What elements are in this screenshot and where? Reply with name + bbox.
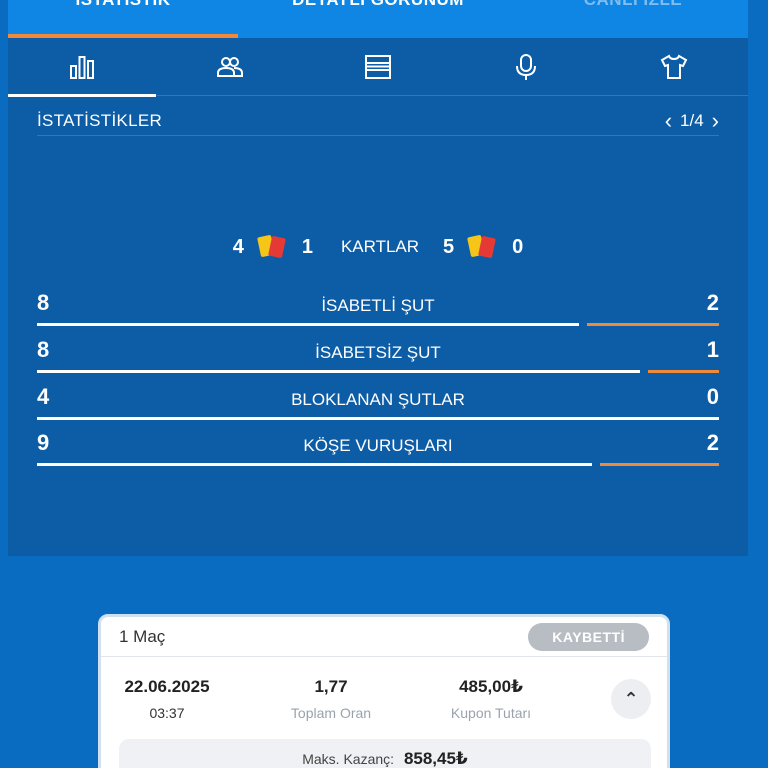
away-yellow-cards: 5: [443, 235, 455, 258]
stake-label: Kupon Tutarı: [450, 705, 532, 721]
tab-kits[interactable]: [600, 38, 748, 96]
tab-statistics[interactable]: İSTATİSTİK: [8, 0, 238, 38]
microphone-icon: [516, 54, 536, 80]
tab-lineups[interactable]: [156, 38, 304, 96]
section-header: İSTATİSTİKLER ‹ 1/4 ›: [37, 106, 719, 136]
coupon-time: 03:37: [149, 705, 185, 721]
home-red-cards: 1: [301, 235, 313, 258]
home-bar: [37, 417, 719, 420]
coupon-date: 22.06.2025: [124, 677, 210, 696]
away-bar: [586, 323, 719, 326]
match-count: 1 Maç: [119, 626, 166, 646]
cards-label: KARTLAR: [340, 237, 420, 256]
total-odds-cell: 1,77 Toplam Oran: [271, 677, 391, 721]
collapse-button[interactable]: ⌃: [611, 679, 651, 719]
icon-tab-bar: [8, 38, 748, 97]
stat-row: 4 BLOKLANAN ŞUTLAR 0: [37, 384, 719, 424]
max-win-value: 858,45₺: [403, 749, 468, 768]
tab-standings[interactable]: [304, 38, 452, 96]
coupon-date-cell: 22.06.2025 03:37: [119, 677, 215, 721]
tab-detailed-view[interactable]: DETAYLI GÖRÜNÜM: [238, 0, 518, 38]
top-tab-bar: İSTATİSTİK DETAYLI GÖRÜNÜM CANLI İZLE: [8, 0, 748, 38]
stat-row: 8 İSABETLİ ŞUT 2: [37, 290, 719, 330]
statistics-panel: İSTATİSTİKLER ‹ 1/4 › 4 1 KARTLAR 5 0 8 …: [8, 38, 748, 556]
total-odds-label: Toplam Oran: [290, 705, 372, 721]
home-bar: [37, 463, 593, 466]
list-icon: [365, 55, 391, 79]
tab-statistics-label: İSTATİSTİK: [8, 0, 238, 8]
away-value: 1: [706, 337, 719, 362]
tab-commentary[interactable]: [452, 38, 600, 96]
away-red-cards: 0: [512, 235, 524, 258]
away-value: 0: [706, 384, 719, 409]
max-win-box: Maks. Kazanç: 858,45₺: [119, 739, 651, 768]
cards-row: 4 1 KARTLAR 5 0: [8, 232, 748, 262]
chevron-up-icon: ⌃: [623, 688, 639, 709]
chevron-left-icon[interactable]: ‹: [665, 109, 672, 132]
cards-icon: [466, 234, 500, 260]
home-bar: [37, 323, 579, 326]
tab-stats[interactable]: [8, 38, 156, 97]
away-value: 2: [706, 430, 719, 455]
cards-icon: [256, 234, 290, 260]
chevron-right-icon[interactable]: ›: [712, 109, 719, 132]
stat-label: İSABETSİZ ŞUT: [315, 343, 441, 362]
away-bar: [647, 370, 719, 373]
stake-value: 485,00₺: [459, 677, 523, 696]
tab-live-watch[interactable]: CANLI İZLE: [518, 0, 748, 38]
stat-row: 9 KÖŞE VURUŞLARI 2: [37, 430, 719, 470]
coupon-body: 22.06.2025 03:37 1,77 Toplam Oran 485,00…: [101, 657, 667, 737]
pager: ‹ 1/4 ›: [665, 109, 719, 132]
stat-label: İSABETLİ ŞUT: [321, 296, 435, 315]
stat-row: 8 İSABETSİZ ŞUT 1: [37, 337, 719, 377]
home-bar: [37, 370, 640, 373]
tab-detailed-view-label: DETAYLI GÖRÜNÜM: [238, 0, 518, 8]
coupon-card: 1 Maç KAYBETTİ 22.06.2025 03:37 1,77 Top…: [98, 614, 670, 768]
stat-label: BLOKLANAN ŞUTLAR: [291, 390, 465, 409]
players-icon: [217, 57, 243, 77]
max-win-label: Maks. Kazanç:: [302, 751, 395, 767]
status-badge: KAYBETTİ: [528, 622, 649, 651]
tab-live-watch-label: CANLI İZLE: [518, 0, 748, 8]
section-title: İSTATİSTİKLER: [37, 110, 163, 130]
away-bar: [600, 463, 719, 466]
jersey-icon: [660, 54, 688, 79]
away-value: 2: [706, 290, 719, 315]
total-odds-value: 1,77: [314, 677, 348, 696]
bar-chart-icon: [70, 56, 94, 79]
home-yellow-cards: 4: [232, 235, 244, 258]
stat-label: KÖŞE VURUŞLARI: [303, 436, 453, 455]
stake-cell: 485,00₺ Kupon Tutarı: [431, 677, 551, 721]
pager-label: 1/4: [680, 110, 704, 130]
coupon-header: 1 Maç KAYBETTİ: [101, 617, 667, 657]
